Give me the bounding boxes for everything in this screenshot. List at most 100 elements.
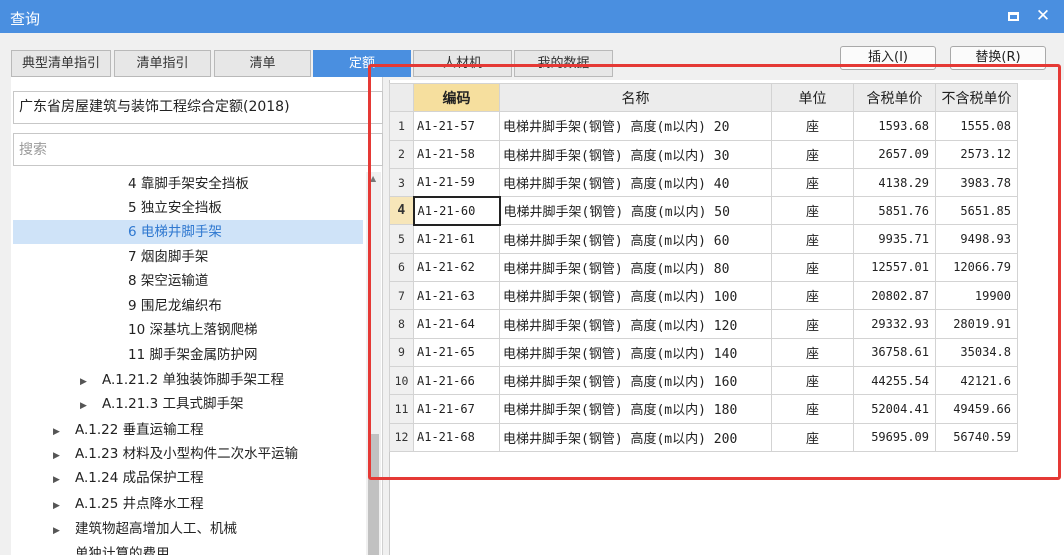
table-row[interactable]: 7 A1-21-63 电梯井脚手架(钢管) 高度(m以内) 100 座 20802.87… (389, 281, 1018, 311)
row-number[interactable]: 12 (389, 422, 414, 452)
tab-typical-bill-guide[interactable]: 典型清单指引 (11, 50, 111, 77)
cell-unit[interactable]: 座 (771, 365, 854, 396)
tree-item[interactable]: 4 靠脚手架安全挡板 (13, 172, 363, 196)
tab-my-data[interactable]: 我的数据 (514, 50, 613, 77)
cell-price-without-tax[interactable]: 56740.59 (935, 422, 1018, 452)
cell-price-without-tax[interactable]: 12066.79 (935, 252, 1018, 283)
tree-item[interactable]: 10 深基坑上落钢爬梯 (13, 318, 363, 342)
cell-unit[interactable]: 座 (771, 167, 854, 198)
cell-unit[interactable]: 座 (771, 422, 854, 452)
column-header-price-with-tax[interactable]: 含税单价 (853, 82, 936, 113)
cell-unit[interactable]: 座 (771, 111, 854, 141)
table-row[interactable]: 2 A1-21-58 电梯井脚手架(钢管) 高度(m以内) 30 座 2657.09 25… (389, 139, 1018, 169)
expand-arrow-icon[interactable]: ▶ (53, 420, 65, 444)
cell-price-without-tax[interactable]: 19900 (935, 281, 1018, 311)
cell-name[interactable]: 电梯井脚手架(钢管) 高度(m以内) 40 (499, 167, 772, 198)
tab-bill-guide[interactable]: 清单指引 (114, 50, 211, 77)
tree-item[interactable]: ▶ A.1.25 井点降水工程 (13, 492, 363, 516)
cell-price-with-tax[interactable]: 2657.09 (853, 139, 936, 169)
insert-button[interactable]: 插入(I) (840, 46, 936, 70)
cell-price-without-tax[interactable]: 42121.6 (935, 365, 1018, 396)
cell-code[interactable]: A1-21-61 (413, 224, 500, 254)
expand-arrow-icon[interactable]: ▶ (80, 394, 92, 418)
cell-unit[interactable]: 座 (771, 309, 854, 339)
maximize-icon[interactable] (1002, 5, 1024, 27)
cell-unit[interactable]: 座 (771, 196, 854, 226)
cell-unit[interactable]: 座 (771, 337, 854, 367)
cell-price-without-tax[interactable]: 5651.85 (935, 196, 1018, 226)
row-number[interactable]: 5 (389, 224, 414, 254)
cell-code[interactable]: A1-21-65 (413, 337, 500, 367)
tree-item[interactable]: ▶ A.1.21.2 单独装饰脚手架工程 (13, 368, 363, 392)
scroll-up-icon[interactable]: ▲ (370, 174, 376, 183)
tree-scrollbar[interactable]: ▲ (366, 172, 381, 555)
row-number[interactable]: 11 (389, 394, 414, 424)
cell-name[interactable]: 电梯井脚手架(钢管) 高度(m以内) 140 (499, 337, 772, 367)
row-number[interactable]: 8 (389, 309, 414, 339)
cell-price-without-tax[interactable]: 2573.12 (935, 139, 1018, 169)
close-icon[interactable]: ✕ (1032, 5, 1054, 27)
cell-code[interactable]: A1-21-60 (412, 195, 501, 226)
expand-arrow-icon[interactable]: ▶ (53, 444, 65, 468)
row-number[interactable]: 3 (389, 167, 414, 198)
column-header-name[interactable]: 名称 (499, 82, 772, 113)
expand-arrow-icon[interactable]: ▶ (53, 519, 65, 543)
row-number[interactable]: 4 (389, 196, 414, 226)
row-number[interactable]: 10 (389, 365, 414, 396)
cell-price-with-tax[interactable]: 4138.29 (853, 167, 936, 198)
cell-code[interactable]: A1-21-63 (413, 281, 500, 311)
cell-name[interactable]: 电梯井脚手架(钢管) 高度(m以内) 120 (499, 309, 772, 339)
expand-arrow-icon[interactable]: ▶ (53, 494, 65, 518)
search-box[interactable] (13, 133, 383, 166)
cell-code[interactable]: A1-21-59 (413, 167, 500, 198)
cell-name[interactable]: 电梯井脚手架(钢管) 高度(m以内) 180 (499, 394, 772, 424)
scrollbar-thumb[interactable] (368, 434, 379, 555)
table-row[interactable]: 9 A1-21-65 电梯井脚手架(钢管) 高度(m以内) 140 座 36758.61… (389, 337, 1018, 367)
cell-name[interactable]: 电梯井脚手架(钢管) 高度(m以内) 100 (499, 281, 772, 311)
tab-labor-material-machine[interactable]: 人材机 (413, 50, 512, 77)
tree-item[interactable]: 7 烟囱脚手架 (13, 245, 363, 269)
tree-item[interactable]: 5 独立安全挡板 (13, 196, 363, 220)
cell-price-without-tax[interactable]: 35034.8 (935, 337, 1018, 367)
tree-item-selected[interactable]: 6 电梯井脚手架 (13, 220, 363, 244)
tab-bill[interactable]: 清单 (214, 50, 311, 77)
cell-price-without-tax[interactable]: 49459.66 (935, 394, 1018, 424)
column-header-price-without-tax[interactable]: 不含税单价 (935, 82, 1018, 113)
cell-name[interactable]: 电梯井脚手架(钢管) 高度(m以内) 80 (499, 252, 772, 283)
expand-arrow-icon[interactable]: ▶ (53, 468, 65, 492)
cell-price-with-tax[interactable]: 9935.71 (853, 224, 936, 254)
cell-code[interactable]: A1-21-58 (413, 139, 500, 169)
tree-item[interactable]: ▶ A.1.21.3 工具式脚手架 (13, 392, 363, 416)
cell-code[interactable]: A1-21-67 (413, 394, 500, 424)
cell-price-with-tax[interactable]: 52004.41 (853, 394, 936, 424)
row-number[interactable]: 1 (389, 111, 414, 141)
tree-item[interactable]: ▶ A.1.23 材料及小型构件二次水平运输 (13, 442, 363, 466)
cell-price-without-tax[interactable]: 3983.78 (935, 167, 1018, 198)
cell-code[interactable]: A1-21-68 (413, 422, 500, 452)
cell-code[interactable]: A1-21-57 (413, 111, 500, 141)
cell-name[interactable]: 电梯井脚手架(钢管) 高度(m以内) 50 (499, 196, 772, 226)
cell-unit[interactable]: 座 (771, 394, 854, 424)
tree-item[interactable]: ▶ 建筑物超高增加人工、机械 (13, 517, 363, 541)
tree-item[interactable]: 11 脚手架金属防护网 (13, 343, 363, 367)
cell-price-with-tax[interactable]: 29332.93 (853, 309, 936, 339)
table-row[interactable]: 6 A1-21-62 电梯井脚手架(钢管) 高度(m以内) 80 座 12557.01 1… (389, 252, 1018, 283)
cell-price-without-tax[interactable]: 1555.08 (935, 111, 1018, 141)
cell-name[interactable]: 电梯井脚手架(钢管) 高度(m以内) 20 (499, 111, 772, 141)
row-number[interactable]: 6 (389, 252, 414, 283)
table-row[interactable]: 11 A1-21-67 电梯井脚手架(钢管) 高度(m以内) 180 座 52004.4… (389, 394, 1018, 424)
cell-name[interactable]: 电梯井脚手架(钢管) 高度(m以内) 160 (499, 365, 772, 396)
expand-arrow-icon[interactable]: ▶ (80, 370, 92, 394)
table-row[interactable]: 12 A1-21-68 电梯井脚手架(钢管) 高度(m以内) 200 座 59695.0… (389, 422, 1018, 452)
row-number[interactable]: 9 (389, 337, 414, 367)
table-row[interactable]: 8 A1-21-64 电梯井脚手架(钢管) 高度(m以内) 120 座 29332.93… (389, 309, 1018, 339)
table-row[interactable]: 10 A1-21-66 电梯井脚手架(钢管) 高度(m以内) 160 座 44255.5… (389, 365, 1018, 396)
library-select[interactable]: 广东省房屋建筑与装饰工程综合定额(2018) (13, 91, 383, 124)
tree-item[interactable]: 8 架空运输道 (13, 269, 363, 293)
cell-code[interactable]: A1-21-64 (413, 309, 500, 339)
row-number[interactable]: 2 (389, 139, 414, 169)
cell-name[interactable]: 电梯井脚手架(钢管) 高度(m以内) 60 (499, 224, 772, 254)
tree-item[interactable]: ▶ A.1.24 成品保护工程 (13, 466, 363, 490)
cell-price-with-tax[interactable]: 36758.61 (853, 337, 936, 367)
table-row[interactable]: 1 A1-21-57 电梯井脚手架(钢管) 高度(m以内) 20 座 1593.68 15… (389, 111, 1018, 141)
